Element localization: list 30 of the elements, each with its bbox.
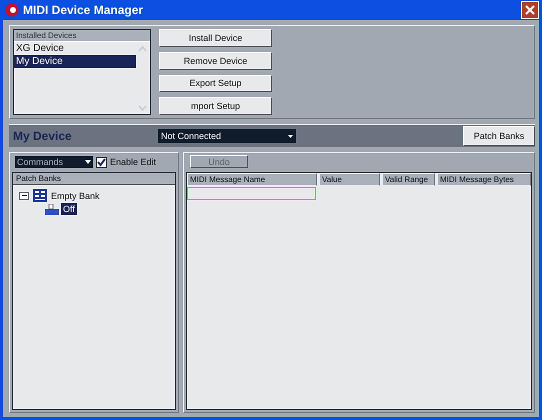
enable-edit-checkbox[interactable] xyxy=(96,156,107,168)
action-button[interactable]: Install Device xyxy=(159,29,272,47)
bank-icon xyxy=(33,189,47,202)
port-dropdown[interactable]: Not Connected xyxy=(158,129,296,143)
minus-icon xyxy=(20,194,28,197)
action-button[interactable]: Remove Device xyxy=(159,52,272,70)
caret-icon xyxy=(85,160,91,164)
window-title: MIDI Device Manager xyxy=(23,3,144,17)
device-name: My Device xyxy=(12,129,73,143)
tree-node-label[interactable]: Off xyxy=(61,203,77,215)
caret-icon xyxy=(288,134,293,138)
patch-icon xyxy=(45,204,59,214)
commands-dropdown[interactable]: Commands xyxy=(15,156,93,168)
list-header: Installed Devices xyxy=(14,30,150,42)
column-header[interactable]: Valid Range xyxy=(382,173,435,186)
column-header[interactable]: MIDI Message Name xyxy=(187,173,317,186)
close-button[interactable] xyxy=(521,1,539,19)
tree-node-label[interactable]: Empty Bank xyxy=(51,190,100,200)
patch-banks-button[interactable]: Patch Banks xyxy=(463,126,535,146)
column-header[interactable]: Value xyxy=(319,173,380,186)
close-icon xyxy=(524,4,536,16)
collapse-toggle[interactable] xyxy=(19,192,29,200)
app-logo-icon xyxy=(5,3,19,17)
action-button[interactable]: Export Setup xyxy=(159,74,272,92)
tree-header: Patch Banks xyxy=(13,173,175,185)
device-list-item[interactable]: My Device xyxy=(14,55,136,68)
enable-edit-label: Enable Edit xyxy=(110,157,156,167)
column-header[interactable]: MIDI Message Bytes xyxy=(437,173,531,186)
device-list-item[interactable]: XG Device xyxy=(14,42,136,55)
action-button[interactable]: mport Setup xyxy=(159,97,272,115)
